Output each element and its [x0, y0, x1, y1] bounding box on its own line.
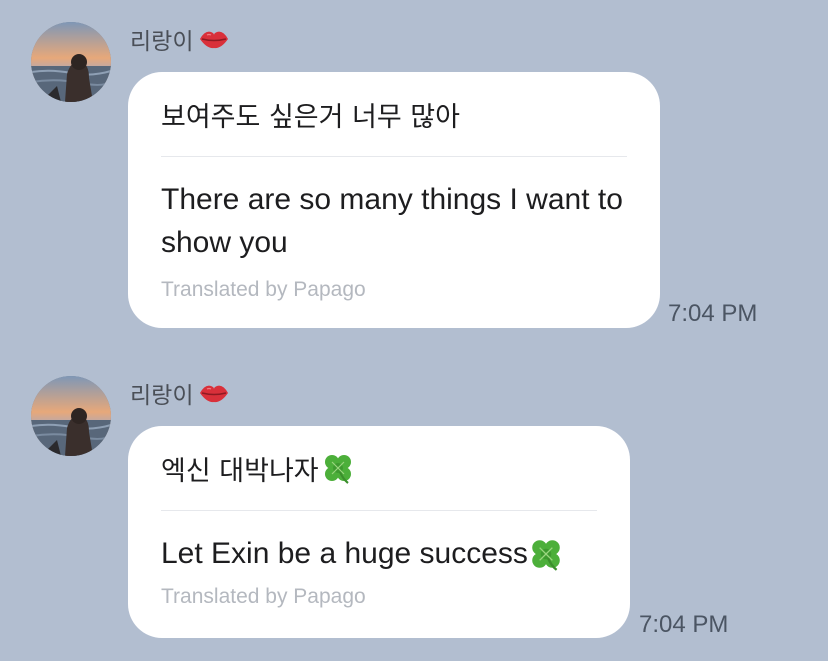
- four-leaf-clover-icon: [528, 536, 564, 572]
- avatar[interactable]: [31, 376, 111, 456]
- original-text: 엑신 대박나자: [161, 426, 597, 510]
- timestamp: 7:04 PM: [668, 300, 758, 327]
- sender: 리랑이: [130, 22, 229, 56]
- divider: [161, 156, 627, 157]
- message-bubble[interactable]: 보여주도 싶은거 너무 많아 There are so many things …: [128, 72, 660, 328]
- four-leaf-clover-icon: [321, 451, 355, 485]
- timestamp: 7:04 PM: [639, 611, 729, 638]
- translated-text-content: Let Exin be a huge success: [161, 537, 528, 570]
- translated-text: There are so many things I want to show …: [161, 178, 627, 264]
- translation-credit: Translated by Papago: [161, 278, 366, 301]
- sender-name: 리랑이: [130, 383, 194, 409]
- lips-icon: [199, 382, 229, 404]
- avatar-photo: [31, 376, 111, 456]
- avatar[interactable]: [31, 22, 111, 102]
- avatar-photo: [31, 22, 111, 102]
- original-text-content: 엑신 대박나자: [161, 455, 319, 487]
- sender-name: 리랑이: [130, 29, 194, 55]
- translated-text: Let Exin be a huge success: [161, 532, 597, 575]
- original-text: 보여주도 싶은거 너무 많아: [161, 101, 460, 133]
- translation-credit: Translated by Papago: [161, 585, 366, 608]
- message-bubble[interactable]: 엑신 대박나자 Let Exin be a huge success Trans…: [128, 426, 630, 638]
- translated-text-content: There are so many things I want to show …: [161, 183, 623, 259]
- lips-icon: [199, 28, 229, 50]
- sender: 리랑이: [130, 376, 229, 410]
- divider: [161, 510, 597, 511]
